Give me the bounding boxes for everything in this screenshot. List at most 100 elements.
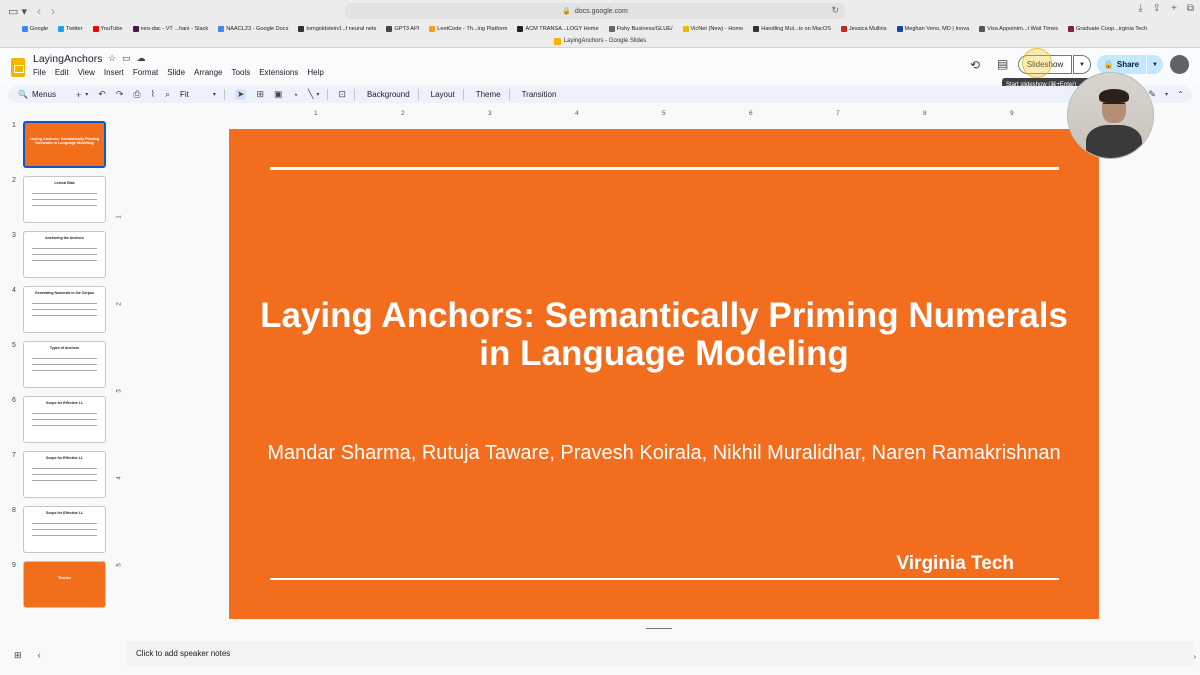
undo-icon[interactable]: ↶ <box>98 89 106 100</box>
bookmark-item[interactable]: neo-dac - VT ...hani - Slack <box>132 25 208 32</box>
account-avatar[interactable] <box>1170 55 1189 74</box>
move-folder-icon[interactable]: ▭ <box>122 53 131 64</box>
bookmark-item[interactable]: Visa Appointm...t Wait Times <box>979 25 1058 32</box>
menu-format[interactable]: Format <box>133 68 158 77</box>
slide-title[interactable]: Laying Anchors: Semantically Priming Num… <box>229 297 1099 373</box>
collapse-filmstrip-icon[interactable]: ‹ <box>38 650 41 661</box>
bookmark-item[interactable]: Twitter <box>58 25 83 32</box>
slide-affiliation[interactable]: Virginia Tech <box>896 553 1014 575</box>
lock-icon: 🔒 <box>562 8 571 15</box>
share-button[interactable]: 🔒 Share <box>1097 55 1146 74</box>
bookmark-item[interactable]: LeetCode - Th...ing Platform <box>429 25 507 32</box>
comments-icon[interactable]: ▤ <box>997 57 1008 71</box>
current-slide[interactable]: Laying Anchors: Semantically Priming Num… <box>229 129 1099 619</box>
version-history-icon[interactable]: ⟲ <box>970 58 980 72</box>
sidebar-toggle-icon[interactable]: ▭ ▾ <box>8 5 27 18</box>
image-icon[interactable]: ▣ <box>274 89 283 100</box>
slide-authors[interactable]: Mandar Sharma, Rutuja Taware, Pravesh Ko… <box>229 442 1099 465</box>
text-box-icon[interactable]: ⊞ <box>256 89 264 100</box>
slides-logo-icon[interactable] <box>11 58 25 77</box>
ruler-mark: 5 <box>662 110 666 117</box>
thumbnail-text-line <box>32 254 97 255</box>
slide-thumbnail[interactable]: Anchoring the Anchors <box>23 231 106 278</box>
bookmark-favicon-icon <box>979 25 986 32</box>
bookmark-item[interactable]: Jessica Mullins <box>840 25 887 32</box>
line-icon[interactable]: ╲ <box>308 89 313 100</box>
print-icon[interactable]: ⎙ <box>133 89 140 100</box>
menu-insert[interactable]: Insert <box>104 68 124 77</box>
new-slide-dropdown-icon[interactable]: ▾ <box>85 91 88 98</box>
slide-thumbnail[interactable]: Types of Anchors <box>23 341 106 388</box>
menu-slide[interactable]: Slide <box>167 68 185 77</box>
transition-button[interactable]: Transition <box>522 90 557 99</box>
tab-overview-icon[interactable]: ⧉ <box>1187 3 1194 14</box>
bookmark-item[interactable]: Graduate Coop...irginia Tech <box>1068 25 1147 32</box>
layout-button[interactable]: Layout <box>431 90 455 99</box>
redo-icon[interactable]: ↷ <box>116 89 124 100</box>
shape-icon[interactable]: ◔ <box>293 90 298 100</box>
download-icon[interactable]: ⤓ <box>1138 3 1142 14</box>
new-tab-icon[interactable]: + <box>1171 3 1177 14</box>
slide-title-line-2: in Language Modeling <box>479 334 849 373</box>
slide-thumbnail[interactable]: Thanks <box>23 561 106 608</box>
menu-extensions[interactable]: Extensions <box>259 68 298 77</box>
slide-thumbnail[interactable]: Scope for Effective LL <box>23 451 106 498</box>
grid-view-icon[interactable]: ⊞ <box>14 650 22 661</box>
bookmark-item[interactable]: VicNet (New) - Home <box>682 25 743 32</box>
document-title[interactable]: LayingAnchors <box>33 53 102 65</box>
thumbnail-title: Scope for Effective LL <box>46 456 83 460</box>
bookmark-item[interactable]: Google <box>22 25 48 32</box>
zoom-dropdown-icon[interactable]: ▾ <box>213 91 216 98</box>
back-icon[interactable]: ‹ <box>37 4 41 18</box>
reload-icon[interactable]: ↻ <box>831 5 839 16</box>
bookmark-item[interactable]: Fishy Business/GLUE/ <box>608 25 673 32</box>
slide-thumbnail[interactable]: Scope for Effective LL <box>23 506 106 553</box>
speaker-notes[interactable]: Click to add speaker notes <box>127 641 1193 666</box>
star-icon[interactable]: ☆ <box>108 53 116 64</box>
menu-file[interactable]: File <box>33 68 46 77</box>
bookmark-item[interactable]: ACM TRANSA...LOGY Home <box>517 25 599 32</box>
slide-thumbnail[interactable]: Lexical Bias <box>23 176 106 223</box>
thumbnail-text-line <box>32 413 97 414</box>
slide-thumbnail[interactable]: Generating Numerals in the Corpus <box>23 286 106 333</box>
speaker-notes-placeholder: Click to add speaker notes <box>136 649 231 658</box>
tab-title[interactable]: LayingAnchors - Google Slides <box>564 38 646 44</box>
menu-arrange[interactable]: Arrange <box>194 68 222 77</box>
theme-button[interactable]: Theme <box>476 90 501 99</box>
add-comment-icon[interactable]: ⊡ <box>338 89 346 100</box>
bookmark-item[interactable]: Meghan Veno, MD | Inova <box>896 25 969 32</box>
bookmark-item[interactable]: tomgoldstein/l...f neural nets <box>298 25 376 32</box>
ruler-mark: 8 <box>923 110 927 117</box>
forward-icon[interactable]: › <box>51 4 55 18</box>
paint-format-icon[interactable]: ⌇ <box>151 89 155 100</box>
toolbar-divider <box>327 89 329 100</box>
notes-resize-handle[interactable] <box>646 628 672 629</box>
line-dropdown-icon[interactable]: ▾ <box>316 91 319 98</box>
bookmark-item[interactable]: Handling Mul...ts on MacOS <box>753 25 831 32</box>
new-slide-icon[interactable]: + <box>76 90 81 100</box>
menu-help[interactable]: Help <box>307 68 323 77</box>
select-cursor-icon[interactable]: ➤ <box>234 89 247 100</box>
bookmark-favicon-icon <box>298 25 305 32</box>
menu-tools[interactable]: Tools <box>232 68 251 77</box>
menu-view[interactable]: View <box>78 68 95 77</box>
toolbar-divider <box>353 89 355 100</box>
bookmark-item[interactable]: YouTube <box>92 25 123 32</box>
cloud-status-icon[interactable]: ☁ <box>137 53 146 64</box>
bookmark-item[interactable]: GPT3 API <box>386 25 419 32</box>
side-panel-toggle-icon[interactable]: › <box>1193 652 1196 661</box>
bookmark-favicon-icon <box>753 25 760 32</box>
share-page-icon[interactable]: ⇪ <box>1153 3 1161 14</box>
slide-thumbnail[interactable]: Scope for Effective LL <box>23 396 106 443</box>
slide-number: 4 <box>12 287 16 294</box>
bookmark-item[interactable]: NAACL23 - Google Docs <box>218 25 288 32</box>
zoom-icon[interactable]: ⌕ <box>165 89 170 100</box>
background-button[interactable]: Background <box>367 90 410 99</box>
menus-search[interactable]: 🔍 Menus <box>18 90 56 99</box>
zoom-select[interactable]: Fit <box>180 90 189 99</box>
collapse-toolbar-icon[interactable]: ⌃ <box>1177 90 1184 99</box>
address-bar[interactable]: 🔒 docs.google.com ↻ <box>345 3 845 19</box>
slide-thumbnail[interactable]: Laying Anchors: Semantically Priming Num… <box>23 121 106 168</box>
menu-edit[interactable]: Edit <box>55 68 69 77</box>
pen-dropdown-icon[interactable]: ▾ <box>1165 91 1168 98</box>
